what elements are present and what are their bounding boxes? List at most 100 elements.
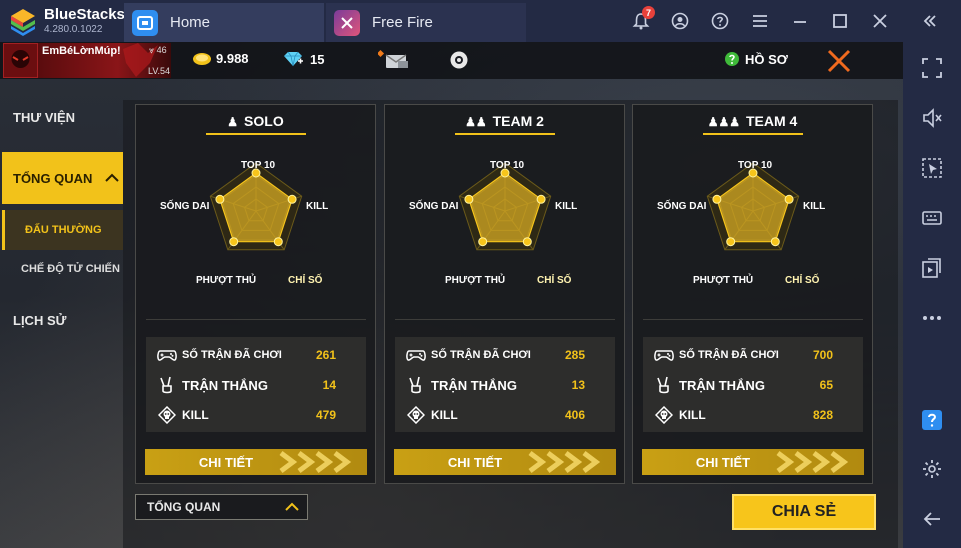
details-button[interactable]: CHI TIẾT — [394, 449, 616, 475]
tab-free-fire-label: Free Fire — [372, 14, 433, 31]
more-icon[interactable] — [919, 305, 945, 331]
help-icon[interactable] — [919, 407, 945, 433]
mail-icon[interactable] — [376, 49, 410, 78]
stat-row-matches: SỐ TRẬN ĐÃ CHƠI 285 — [395, 343, 615, 367]
title-bar: BlueStacks 4.280.0.1022 Home Free Fire 7 — [0, 0, 961, 42]
title-underline — [703, 133, 803, 135]
player-rank-value: 46 — [156, 45, 167, 55]
account-icon[interactable] — [669, 10, 691, 32]
radar-label-bottom-right[interactable]: CHỈ SỐ — [785, 275, 819, 286]
player-avatar[interactable] — [3, 43, 38, 78]
collapse-sidebar-icon[interactable] — [919, 10, 941, 32]
stat-value-kills: 406 — [564, 408, 585, 422]
stat-value-wins: 13 — [571, 378, 585, 392]
menu-history[interactable]: LỊCH SỬ — [13, 313, 66, 328]
radar-label-top: TOP 10 — [738, 160, 773, 171]
radar-label-right: KILL — [306, 201, 329, 212]
details-button-label: CHI TIẾT — [198, 454, 254, 470]
title-underline — [455, 133, 555, 135]
game-viewport: EmBéLờnMúp! ⩔ 46 LV.54 9.988 15 HỒ SƠ TH… — [0, 42, 903, 548]
stat-row-kills: KILL 406 — [395, 403, 615, 427]
details-button[interactable]: CHI TIẾT — [145, 449, 367, 475]
home-icon — [132, 9, 158, 36]
stat-label-wins: TRẬN THẮNG — [431, 377, 517, 393]
skull-icon — [653, 406, 675, 424]
player-level: LV.54 — [148, 66, 171, 76]
tab-home-label: Home — [170, 14, 211, 31]
maximize-icon[interactable] — [829, 10, 851, 32]
gold-coin-icon — [193, 52, 211, 65]
settings-icon[interactable] — [919, 456, 945, 482]
free-fire-icon — [334, 9, 360, 36]
gold-amount: 9.988 — [216, 51, 249, 66]
keyboard-icon[interactable] — [919, 205, 945, 231]
stat-row-wins: TRẬN THẮNG 13 — [395, 373, 615, 397]
gamepad-icon — [653, 346, 675, 364]
chevrons-icon — [776, 449, 854, 475]
stat-label-wins: TRẬN THẮNG — [679, 377, 765, 393]
volume-mute-icon[interactable] — [919, 105, 945, 131]
victory-hand-icon — [653, 376, 675, 394]
close-panel-icon[interactable] — [826, 48, 852, 74]
profile-button[interactable]: HỒ SƠ — [724, 51, 788, 67]
victory-hand-icon — [156, 376, 178, 394]
fullscreen-icon[interactable] — [919, 55, 945, 81]
stat-row-wins: TRẬN THẮNG 14 — [146, 373, 366, 397]
stat-row-wins: TRẬN THẮNG 65 — [643, 373, 863, 397]
gold-balance[interactable]: 9.988 — [192, 51, 249, 66]
tab-free-fire[interactable]: Free Fire — [326, 3, 526, 42]
bluestacks-logo-icon — [11, 9, 35, 36]
details-button[interactable]: CHI TIẾT — [642, 449, 864, 475]
radar-label-top: TOP 10 — [490, 160, 525, 171]
divider — [643, 319, 863, 320]
share-button[interactable]: CHIA SẺ — [732, 494, 876, 530]
details-button-label: CHI TIẾT — [447, 454, 503, 470]
chevron-up-icon — [105, 173, 119, 182]
mode-dropdown-value: TỔNG QUAN — [147, 500, 221, 514]
bell-icon[interactable]: 7 — [630, 6, 655, 32]
help-icon[interactable] — [709, 10, 731, 32]
radar-label-left: SỐNG DAI — [409, 201, 459, 212]
settings-gear-icon[interactable] — [449, 50, 469, 75]
radar-label-left: SỐNG DAI — [160, 201, 210, 212]
menu-library[interactable]: THƯ VIỆN — [13, 110, 75, 125]
victory-hand-icon — [405, 376, 427, 394]
stat-value-kills: 479 — [315, 408, 336, 422]
back-icon[interactable] — [919, 506, 945, 532]
minimize-icon[interactable] — [789, 10, 811, 32]
stat-value-wins: 14 — [322, 378, 336, 392]
menu-icon[interactable] — [749, 10, 771, 32]
close-icon[interactable] — [869, 10, 891, 32]
pointer-icon[interactable] — [919, 155, 945, 181]
tab-home[interactable]: Home — [124, 3, 324, 42]
title-underline — [206, 133, 306, 135]
diamond-amount: 15 — [310, 51, 325, 67]
radar-label-bottom-right[interactable]: CHỈ SỐ — [288, 275, 322, 286]
menu-battle-royale[interactable]: CHẾ ĐỘ TỬ CHIẾN — [21, 263, 120, 275]
stat-label-matches: SỐ TRẬN ĐÃ CHƠI — [182, 349, 282, 361]
stat-value-kills: 828 — [812, 408, 833, 422]
card-title: ♟♟ TEAM 2 — [385, 113, 624, 129]
menu-ranked[interactable]: ĐẤU THƯỜNG — [2, 210, 123, 250]
radar-point — [229, 237, 239, 247]
radar-label-bottom-right[interactable]: CHỈ SỐ — [537, 275, 571, 286]
stat-row-matches: SỐ TRẬN ĐÃ CHƠI 700 — [643, 343, 863, 367]
divider — [395, 319, 615, 320]
radar-point — [287, 194, 297, 204]
diamond-balance[interactable]: 15 — [282, 51, 324, 67]
radar-point — [273, 237, 283, 247]
media-icon[interactable] — [919, 255, 945, 281]
player-name: EmBéLờnMúp! — [42, 45, 121, 57]
chevrons-icon — [279, 449, 357, 475]
stat-label-kills: KILL — [431, 408, 458, 422]
radar-label-right: KILL — [555, 201, 578, 212]
app-name: BlueStacks — [44, 6, 125, 23]
menu-overview[interactable]: TỔNG QUAN — [2, 152, 123, 204]
skull-icon — [156, 406, 178, 424]
gamepad-icon — [156, 346, 178, 364]
stats-box: SỐ TRẬN ĐÃ CHƠI 700 TRẬN THẮNG 65 KILL 8… — [643, 337, 863, 432]
mode-dropdown[interactable]: TỔNG QUAN — [135, 494, 308, 520]
radar-label-bottom-left: PHƯỢT THỦ — [693, 275, 754, 286]
chevron-up-icon — [285, 502, 299, 511]
details-button-label: CHI TIẾT — [695, 454, 751, 470]
